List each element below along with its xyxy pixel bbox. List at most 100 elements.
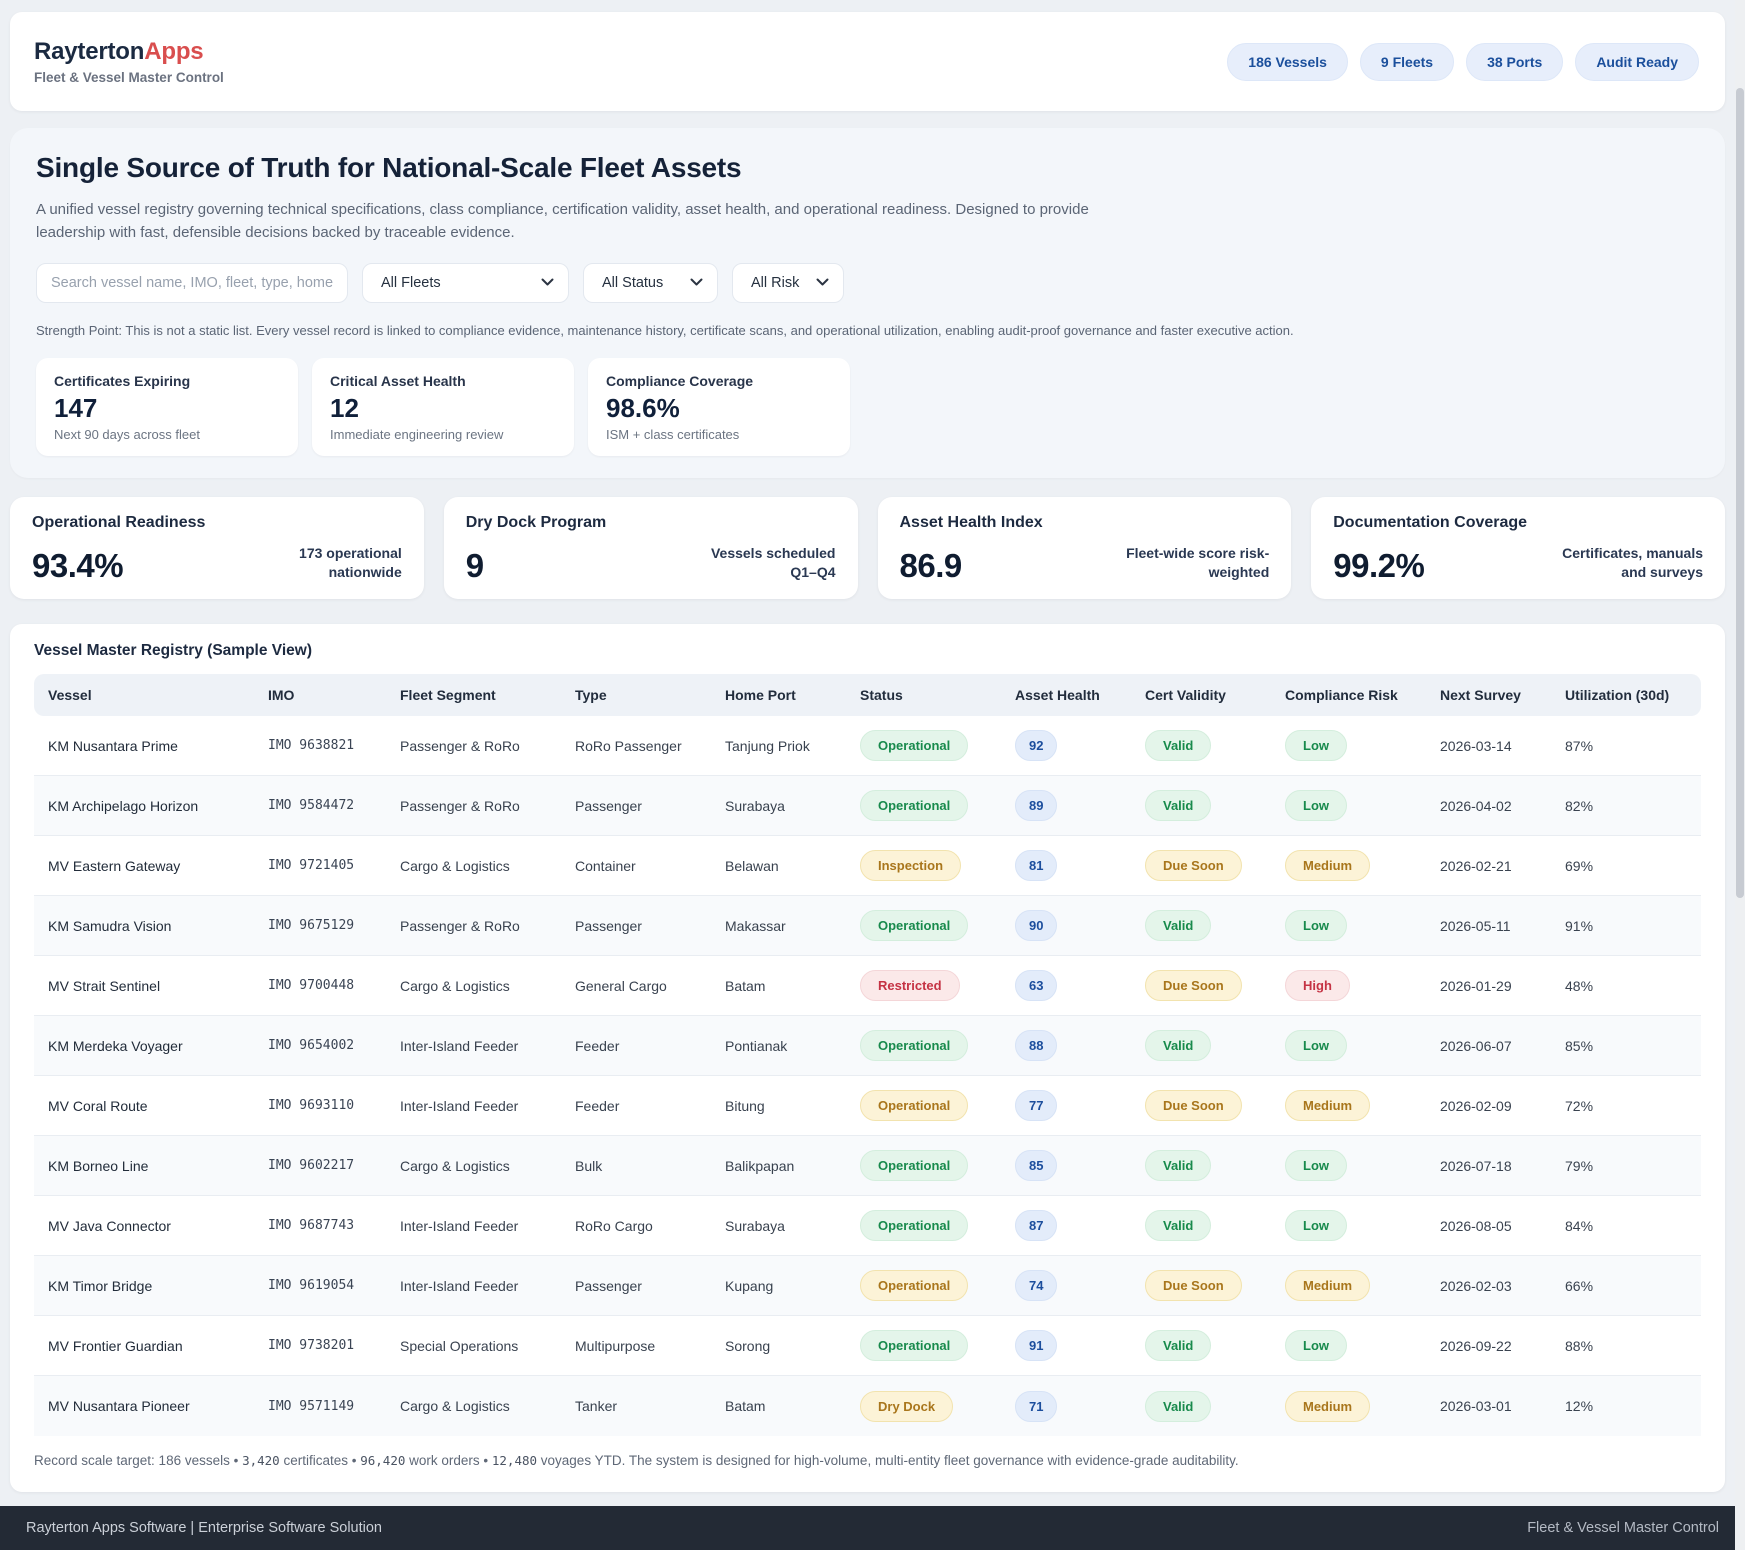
vessel-type: Multipurpose [561, 1316, 711, 1376]
status-badge: Operational [860, 790, 968, 821]
fleet-filter-select[interactable]: All Fleets [362, 263, 569, 303]
kpi-asset-health-index: Asset Health Index 86.9 Fleet-wide score… [878, 497, 1292, 599]
chevron-down-icon [816, 278, 829, 287]
home-port: Batam [711, 956, 846, 1016]
table-row: MV Eastern GatewayIMO 9721405Cargo & Log… [34, 836, 1701, 896]
stat-value: 98.6% [606, 393, 832, 424]
risk-filter-select[interactable]: All Risk [732, 263, 844, 303]
kpi-value: 93.4% [32, 549, 123, 582]
vessel-name: MV Eastern Gateway [34, 836, 254, 896]
asset-health-badge: 71 [1015, 1391, 1057, 1422]
compliance-risk-badge: Low [1285, 1330, 1347, 1361]
asset-health-badge: 85 [1015, 1150, 1057, 1181]
vessel-type: Passenger [561, 776, 711, 836]
app-header: RaytertonApps Fleet & Vessel Master Cont… [10, 12, 1725, 111]
vessel-imo: IMO 9700448 [254, 956, 386, 1016]
vessel-type: Tanker [561, 1376, 711, 1436]
app-logo: RaytertonApps [34, 38, 224, 66]
col-header-vessel: Vessel [34, 674, 254, 716]
footer-left-text: Rayterton Apps Software | Enterprise Sof… [26, 1520, 382, 1536]
audit-ready-badge: Audit Ready [1575, 43, 1699, 81]
vessel-type: Feeder [561, 1076, 711, 1136]
col-header-utilization: Utilization (30d) [1551, 674, 1701, 716]
vessel-name: KM Archipelago Horizon [34, 776, 254, 836]
kpi-title: Asset Health Index [900, 514, 1270, 532]
brand-primary: Rayterton [34, 38, 144, 65]
compliance-risk-badge: Low [1285, 1210, 1347, 1241]
compliance-risk-badge: Medium [1285, 1270, 1370, 1301]
utilization-value: 87% [1551, 716, 1701, 776]
kpi-title: Operational Readiness [32, 514, 402, 532]
col-header-cert-validity: Cert Validity [1131, 674, 1271, 716]
table-row: MV Java ConnectorIMO 9687743Inter-Island… [34, 1196, 1701, 1256]
status-badge: Operational [860, 730, 968, 761]
table-row: MV Frontier GuardianIMO 9738201Special O… [34, 1316, 1701, 1376]
cert-validity-badge: Due Soon [1145, 970, 1242, 1001]
utilization-value: 84% [1551, 1196, 1701, 1256]
status-filter-select[interactable]: All Status [583, 263, 718, 303]
status-badge: Restricted [860, 970, 960, 1001]
kpi-title: Dry Dock Program [466, 514, 836, 532]
cert-validity-badge: Valid [1145, 910, 1211, 941]
status-badge: Dry Dock [860, 1391, 953, 1422]
cert-validity-badge: Due Soon [1145, 1270, 1242, 1301]
home-port: Belawan [711, 836, 846, 896]
compliance-risk-badge: Low [1285, 1030, 1347, 1061]
stat-title: Critical Asset Health [330, 373, 556, 389]
vessel-name: KM Borneo Line [34, 1136, 254, 1196]
utilization-value: 82% [1551, 776, 1701, 836]
next-survey-date: 2026-03-01 [1426, 1376, 1551, 1436]
next-survey-date: 2026-01-29 [1426, 956, 1551, 1016]
table-row: KM Archipelago HorizonIMO 9584472Passeng… [34, 776, 1701, 836]
home-port: Surabaya [711, 1196, 846, 1256]
vessel-name: KM Nusantara Prime [34, 716, 254, 776]
chevron-down-icon [541, 278, 554, 287]
cert-validity-badge: Valid [1145, 730, 1211, 761]
fleet-segment: Inter-Island Feeder [386, 1256, 561, 1316]
vessel-name: KM Timor Bridge [34, 1256, 254, 1316]
status-badge: Operational [860, 1270, 968, 1301]
next-survey-date: 2026-06-07 [1426, 1016, 1551, 1076]
kpi-operational-readiness: Operational Readiness 93.4% 173 operatio… [10, 497, 424, 599]
cert-validity-badge: Valid [1145, 1030, 1211, 1061]
kpi-value: 9 [466, 549, 484, 582]
vessel-imo: IMO 9602217 [254, 1136, 386, 1196]
utilization-value: 69% [1551, 836, 1701, 896]
compliance-risk-badge: Low [1285, 910, 1347, 941]
kpi-dry-dock-program: Dry Dock Program 9 Vessels scheduled Q1–… [444, 497, 858, 599]
kpi-note: 173 operational nationwide [252, 544, 402, 582]
compliance-risk-badge: Medium [1285, 1090, 1370, 1121]
next-survey-date: 2026-02-03 [1426, 1256, 1551, 1316]
utilization-value: 79% [1551, 1136, 1701, 1196]
fleet-segment: Passenger & RoRo [386, 896, 561, 956]
strength-note: Strength Point: This is not a static lis… [36, 323, 1699, 338]
table-title: Vessel Master Registry (Sample View) [34, 642, 1701, 660]
table-row: KM Merdeka VoyagerIMO 9654002Inter-Islan… [34, 1016, 1701, 1076]
next-survey-date: 2026-05-11 [1426, 896, 1551, 956]
table-row: KM Samudra VisionIMO 9675129Passenger & … [34, 896, 1701, 956]
col-header-imo: IMO [254, 674, 386, 716]
kpi-note: Certificates, manuals and surveys [1553, 544, 1703, 582]
fleet-segment: Cargo & Logistics [386, 1376, 561, 1436]
utilization-value: 48% [1551, 956, 1701, 1016]
scrollbar[interactable] [1735, 0, 1745, 1550]
status-filter-value: All Status [602, 275, 663, 291]
kpi-documentation-coverage: Documentation Coverage 99.2% Certificate… [1311, 497, 1725, 599]
stat-title: Compliance Coverage [606, 373, 832, 389]
table-row: MV Strait SentinelIMO 9700448Cargo & Log… [34, 956, 1701, 1016]
kpi-note: Fleet-wide score risk-weighted [1119, 544, 1269, 582]
vessel-imo: IMO 9619054 [254, 1256, 386, 1316]
kpi-note: Vessels scheduled Q1–Q4 [686, 544, 836, 582]
vessel-name: MV Strait Sentinel [34, 956, 254, 1016]
vessel-imo: IMO 9654002 [254, 1016, 386, 1076]
vessel-imo: IMO 9687743 [254, 1196, 386, 1256]
kpi-row: Operational Readiness 93.4% 173 operatio… [10, 497, 1725, 599]
vessel-imo: IMO 9738201 [254, 1316, 386, 1376]
scrollbar-thumb[interactable] [1736, 88, 1744, 898]
footer-right-text: Fleet & Vessel Master Control [1527, 1520, 1719, 1536]
search-input[interactable] [36, 263, 348, 303]
compliance-risk-badge: Low [1285, 1150, 1347, 1181]
vessel-type: RoRo Cargo [561, 1196, 711, 1256]
table-row: MV Nusantara PioneerIMO 9571149Cargo & L… [34, 1376, 1701, 1436]
asset-health-badge: 88 [1015, 1030, 1057, 1061]
